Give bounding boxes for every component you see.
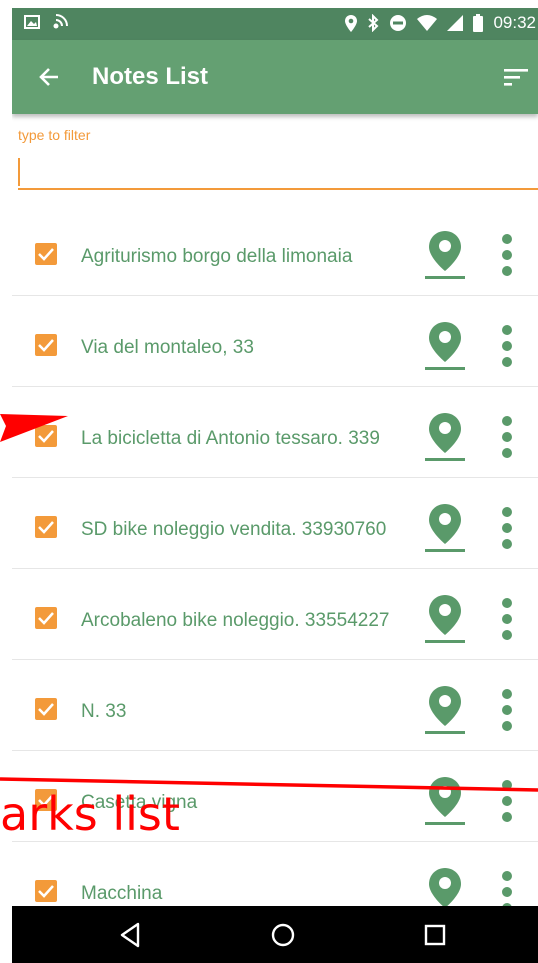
- filter-input[interactable]: [18, 152, 538, 190]
- wifi-icon: [417, 15, 438, 31]
- nav-recents-icon[interactable]: [420, 920, 450, 950]
- checkbox-checked-icon[interactable]: [35, 607, 57, 629]
- more-vert-icon[interactable]: [500, 687, 514, 733]
- image-notification-icon: [24, 15, 40, 29]
- do-not-disturb-icon: [390, 15, 407, 31]
- more-vert-icon[interactable]: [500, 596, 514, 642]
- map-pin-icon[interactable]: [425, 320, 465, 372]
- nav-home-icon[interactable]: [268, 920, 298, 950]
- list-item[interactable]: La bicicletta di Antonio tessaro. 339: [12, 387, 538, 478]
- app-bar: Notes List: [12, 40, 538, 114]
- status-time: 09:32: [493, 13, 536, 32]
- map-pin-icon[interactable]: [425, 502, 465, 554]
- cell-signal-icon: [447, 15, 464, 31]
- more-vert-icon[interactable]: [500, 323, 514, 369]
- annotation-text: arks list: [0, 787, 180, 841]
- back-arrow-icon[interactable]: [36, 63, 64, 91]
- location-status-icon: [345, 14, 358, 32]
- system-nav-bar: [12, 906, 538, 963]
- checkbox-checked-icon[interactable]: [35, 334, 57, 356]
- list-item[interactable]: Via del montaleo, 33: [12, 296, 538, 387]
- filter-label: type to filter: [18, 127, 91, 143]
- sort-icon[interactable]: [504, 66, 530, 88]
- list-item[interactable]: Arcobaleno bike noleggio. 33554227: [12, 569, 538, 660]
- battery-icon: [473, 14, 484, 32]
- more-vert-icon[interactable]: [500, 505, 514, 551]
- signal-notification-icon: [53, 14, 68, 29]
- text-cursor: [18, 158, 20, 186]
- bluetooth-icon: [368, 14, 379, 32]
- note-label: La bicicletta di Antonio tessaro. 339: [81, 428, 380, 449]
- status-bar: 09:32: [12, 8, 538, 40]
- map-pin-icon[interactable]: [425, 411, 465, 463]
- map-pin-icon[interactable]: [425, 229, 465, 281]
- list-item[interactable]: SD bike noleggio vendita. 33930760: [12, 478, 538, 569]
- note-label: Macchina: [81, 883, 163, 904]
- note-label: Via del montaleo, 33: [81, 337, 254, 358]
- more-vert-icon[interactable]: [500, 414, 514, 460]
- map-pin-icon[interactable]: [425, 684, 465, 736]
- checkbox-checked-icon[interactable]: [35, 243, 57, 265]
- checkbox-checked-icon[interactable]: [35, 880, 57, 902]
- note-label: N. 33: [81, 701, 127, 722]
- map-pin-icon[interactable]: [425, 593, 465, 645]
- more-vert-icon[interactable]: [500, 778, 514, 824]
- list-item[interactable]: Agriturismo borgo della limonaia: [12, 205, 538, 296]
- note-label: SD bike noleggio vendita. 33930760: [81, 519, 387, 540]
- list-item[interactable]: N. 33: [12, 660, 538, 751]
- checkbox-checked-icon[interactable]: [35, 425, 57, 447]
- note-label: Agriturismo borgo della limonaia: [81, 246, 353, 267]
- page-title: Notes List: [92, 63, 209, 90]
- nav-back-icon[interactable]: [116, 920, 146, 950]
- note-label: Arcobaleno bike noleggio. 33554227: [81, 610, 390, 631]
- more-vert-icon[interactable]: [500, 232, 514, 278]
- map-pin-icon[interactable]: [425, 775, 465, 827]
- checkbox-checked-icon[interactable]: [35, 516, 57, 538]
- checkbox-checked-icon[interactable]: [35, 698, 57, 720]
